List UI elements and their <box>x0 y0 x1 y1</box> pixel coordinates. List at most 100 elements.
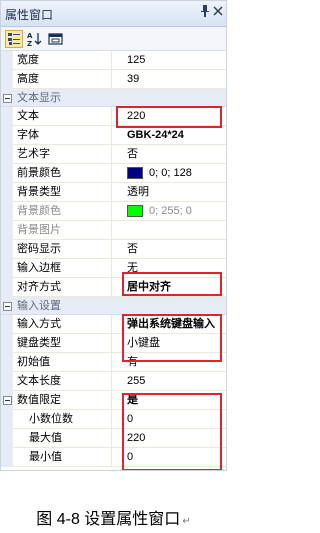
property-name: 文本 <box>13 107 112 125</box>
property-value[interactable]: 居中对齐 <box>113 278 226 296</box>
pin-icon[interactable] <box>200 4 210 22</box>
property-name: 数值限定 <box>13 391 112 409</box>
property-row-decimal-places[interactable]: 小数位数 0 <box>1 410 226 429</box>
color-swatch <box>127 167 143 179</box>
property-row-initial-value[interactable]: 初始值 有 <box>1 353 226 372</box>
property-value[interactable]: 否 <box>113 145 226 163</box>
property-row-background-color[interactable]: 背景颜色 0; 255; 0 <box>1 202 226 221</box>
row-gutter <box>1 278 13 297</box>
property-row-text-length[interactable]: 文本长度 255 <box>1 372 226 391</box>
row-gutter <box>1 448 13 467</box>
figure-caption: 图 4-8 设置属性窗口 ↵ <box>0 505 227 529</box>
property-name: 输入边框 <box>13 259 112 277</box>
property-value[interactable]: 无 <box>113 259 226 277</box>
property-name: 前景颜色 <box>13 164 112 182</box>
property-value[interactable]: 220 <box>113 107 226 125</box>
property-row-input-method[interactable]: 输入方式 弹出系统键盘输入 <box>1 315 226 334</box>
property-row-text[interactable]: 文本 220 <box>1 107 226 126</box>
property-value[interactable]: 弹出系统键盘输入 <box>113 315 226 333</box>
property-row-numeric-limit[interactable]: 数值限定 是 <box>1 391 226 410</box>
property-value[interactable]: GBK-24*24 <box>113 126 226 144</box>
color-value: 0; 255; 0 <box>149 205 192 217</box>
categorized-icon[interactable] <box>5 30 23 48</box>
panel-title: 属性窗口 <box>5 8 54 22</box>
property-row-height[interactable]: 高度 39 <box>1 70 226 89</box>
category-label: 输入设置 <box>17 300 61 312</box>
property-value[interactable]: 否 <box>113 240 226 258</box>
property-row-background-type[interactable]: 背景类型 透明 <box>1 183 226 202</box>
row-gutter <box>1 164 13 183</box>
property-pages-icon[interactable] <box>47 30 65 48</box>
property-value[interactable] <box>113 221 226 239</box>
property-value[interactable]: 小键盘 <box>113 334 226 352</box>
property-value[interactable]: 0 <box>113 448 226 466</box>
property-row-background-image[interactable]: 背景图片 <box>1 221 226 240</box>
row-gutter <box>1 315 13 334</box>
property-name: 背景图片 <box>13 221 112 239</box>
property-name: 对齐方式 <box>13 278 112 296</box>
caption-text: 图 4-8 设置属性窗口 <box>36 511 181 528</box>
property-name: 密码显示 <box>13 240 112 258</box>
property-row-font[interactable]: 字体 GBK-24*24 <box>1 126 226 145</box>
property-row-min-value[interactable]: 最小值 0 <box>1 448 226 467</box>
property-name: 最小值 <box>13 448 112 466</box>
property-value[interactable]: 220 <box>113 429 226 447</box>
property-value[interactable]: 0; 255; 0 <box>113 202 226 220</box>
close-icon[interactable] <box>213 4 223 22</box>
row-gutter <box>1 126 13 145</box>
category-input-settings[interactable]: 输入设置 <box>1 297 226 315</box>
property-name: 小数位数 <box>13 410 112 428</box>
property-value[interactable]: 125 <box>113 51 226 69</box>
row-gutter <box>1 221 13 240</box>
property-row-foreground-color[interactable]: 前景颜色 0; 0; 128 <box>1 164 226 183</box>
property-grid: 宽度 125 高度 39 文本显示 文本 220 字体 GBK-24*24 艺术… <box>1 51 226 467</box>
panel-titlebar[interactable]: 属性窗口 <box>1 1 226 27</box>
row-gutter <box>1 240 13 259</box>
property-row-input-border[interactable]: 输入边框 无 <box>1 259 226 278</box>
row-gutter <box>1 391 13 410</box>
properties-panel: 属性窗口 A Z 宽度 125 高度 39 文本显示 文本 220 字体 GBK… <box>0 0 227 471</box>
property-name: 输入方式 <box>13 315 112 333</box>
property-value[interactable]: 有 <box>113 353 226 371</box>
property-row-password-display[interactable]: 密码显示 否 <box>1 240 226 259</box>
color-value: 0; 0; 128 <box>149 167 192 179</box>
return-mark: ↵ <box>182 516 191 527</box>
property-row-max-value[interactable]: 最大值 220 <box>1 429 226 448</box>
row-gutter <box>1 429 13 448</box>
property-value[interactable]: 透明 <box>113 183 226 201</box>
row-gutter <box>1 259 13 278</box>
svg-text:A: A <box>27 32 33 40</box>
category-text-display[interactable]: 文本显示 <box>1 89 226 107</box>
property-name: 背景类型 <box>13 183 112 201</box>
property-name: 键盘类型 <box>13 334 112 352</box>
row-gutter <box>1 372 13 391</box>
row-gutter <box>1 410 13 429</box>
row-gutter <box>1 107 13 126</box>
row-gutter <box>1 334 13 353</box>
property-value[interactable]: 0 <box>113 410 226 428</box>
property-value[interactable]: 39 <box>113 70 226 88</box>
collapse-icon[interactable] <box>3 396 12 405</box>
panel-toolbar: A Z <box>1 27 226 51</box>
row-gutter <box>1 145 13 164</box>
row-gutter <box>1 183 13 202</box>
collapse-icon[interactable] <box>3 94 12 103</box>
property-name: 宽度 <box>13 51 112 69</box>
property-row-keyboard-type[interactable]: 键盘类型 小键盘 <box>1 334 226 353</box>
property-name: 高度 <box>13 70 112 88</box>
alphabetical-icon[interactable]: A Z <box>26 30 44 48</box>
property-name: 文本长度 <box>13 372 112 390</box>
property-value[interactable]: 255 <box>113 372 226 390</box>
color-swatch <box>127 205 143 217</box>
property-name: 最大值 <box>13 429 112 447</box>
property-value[interactable]: 0; 0; 128 <box>113 164 226 182</box>
property-value[interactable]: 是 <box>113 391 226 409</box>
property-row-art-text[interactable]: 艺术字 否 <box>1 145 226 164</box>
collapse-icon[interactable] <box>3 302 12 311</box>
property-name: 艺术字 <box>13 145 112 163</box>
property-name: 字体 <box>13 126 112 144</box>
property-name: 初始值 <box>13 353 112 371</box>
property-row-width[interactable]: 宽度 125 <box>1 51 226 70</box>
svg-text:Z: Z <box>27 40 32 47</box>
property-row-alignment[interactable]: 对齐方式 居中对齐 <box>1 278 226 297</box>
